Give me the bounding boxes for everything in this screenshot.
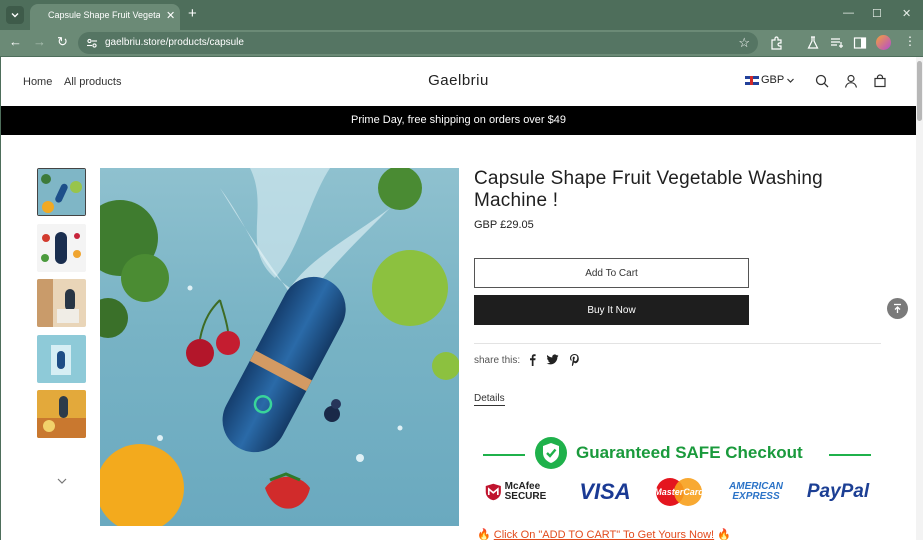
lab-flask-icon[interactable]	[806, 36, 820, 50]
window-close-icon[interactable]: ✕	[902, 7, 911, 20]
badge-line-right	[829, 454, 871, 456]
product-photo	[100, 168, 459, 526]
url-text: gaelbriu.store/products/capsule	[105, 37, 244, 48]
product-thumbnail-image	[37, 224, 86, 272]
forward-icon[interactable]: →	[33, 35, 46, 49]
safe-checkout-badge: Guaranteed SAFE Checkout McAfee SECURE V…	[479, 434, 875, 512]
media-queue-icon[interactable]	[830, 36, 844, 50]
cta-text: Click On "ADD TO CART" To Get Yours Now!	[493, 529, 715, 540]
profile-avatar[interactable]	[876, 35, 891, 50]
amex-logo: AMERICAN EXPRESS	[729, 481, 783, 502]
product-thumbnail-image	[37, 279, 86, 327]
mcafee-shield-icon	[485, 483, 501, 501]
share-label: share this:	[474, 355, 521, 366]
chevron-down-icon	[57, 478, 67, 484]
thumbnails-next-icon[interactable]	[57, 474, 67, 488]
site-header: Home All products Gaelbriu GBP	[1, 57, 916, 106]
browser-window: Capsule Shape Fruit Vegetable Washing Ma…	[0, 0, 923, 540]
scrollbar-thumb[interactable]	[917, 61, 922, 121]
tab-search-button[interactable]	[6, 6, 24, 24]
account-icon[interactable]	[844, 74, 858, 88]
uk-flag-icon	[745, 75, 759, 85]
reload-icon[interactable]: ↻	[57, 35, 68, 49]
product-thumbnail-image	[38, 169, 85, 215]
chevron-down-icon	[787, 78, 795, 83]
announcement-bar: Prime Day, free shipping on orders over …	[1, 106, 916, 135]
mcafee-text: McAfee SECURE	[504, 481, 547, 502]
thumbnail-1[interactable]	[37, 168, 86, 216]
product-main-image[interactable]	[100, 168, 459, 526]
tab-strip: Capsule Shape Fruit Vegetable Washing Ma…	[0, 0, 923, 30]
details-tab[interactable]: Details	[474, 393, 505, 406]
paypal-logo: PayPal	[806, 481, 870, 502]
thumbnail-4[interactable]	[37, 335, 86, 383]
page-scrollbar[interactable]	[916, 57, 923, 540]
pinterest-icon[interactable]	[568, 353, 581, 366]
mcafee-logo: McAfee SECURE	[485, 478, 565, 506]
product-price: GBP £29.05	[474, 219, 534, 231]
add-to-cart-button[interactable]: Add To Cart	[474, 258, 749, 288]
browser-toolbar: ← → ↻ gaelbriu.store/products/capsule ☆ …	[0, 30, 923, 56]
minimize-icon[interactable]: —	[843, 7, 854, 19]
twitter-icon[interactable]	[546, 353, 559, 366]
close-icon[interactable]: ✕	[166, 9, 175, 22]
site-info-icon[interactable]	[86, 37, 98, 49]
currency-selector[interactable]: GBP	[745, 74, 795, 86]
shield-check-icon	[535, 437, 567, 469]
currency-label: GBP	[761, 74, 785, 86]
bookmark-star-icon[interactable]: ☆	[738, 35, 750, 51]
back-icon[interactable]: ←	[9, 35, 22, 49]
extensions-icon[interactable]	[770, 36, 784, 50]
product-thumbnail-image	[37, 390, 86, 438]
product-thumbnail-image	[37, 335, 86, 383]
arrow-up-icon	[894, 303, 901, 313]
side-panel-icon[interactable]	[853, 36, 867, 50]
badge-title: Guaranteed SAFE Checkout	[576, 443, 803, 462]
address-bar[interactable]: gaelbriu.store/products/capsule ☆	[78, 32, 758, 54]
thumbnail-5[interactable]	[37, 390, 86, 438]
mastercard-text: MasterCard	[654, 487, 704, 497]
tab-active[interactable]: Capsule Shape Fruit Vegetable Washing Ma…	[30, 4, 180, 30]
maximize-icon[interactable]: ☐	[872, 7, 882, 20]
visa-logo: VISA	[579, 479, 631, 504]
menu-kebab-icon[interactable]: ⋮	[904, 34, 916, 48]
search-icon[interactable]	[815, 74, 829, 88]
chevron-down-icon	[11, 13, 19, 18]
page-viewport: Home All products Gaelbriu GBP Prime Day…	[1, 57, 916, 540]
add-to-cart-callout: 🔥 Click On "ADD TO CART" To Get Yours No…	[477, 528, 731, 540]
facebook-icon[interactable]	[526, 353, 539, 366]
fire-icon: 🔥	[477, 529, 491, 540]
buy-it-now-button[interactable]: Buy It Now	[474, 295, 749, 325]
badge-line-left	[483, 454, 525, 456]
divider	[474, 343, 881, 344]
thumbnail-2[interactable]	[37, 224, 86, 272]
back-to-top-button[interactable]	[887, 298, 908, 319]
tab-title: Capsule Shape Fruit Vegetable Washing Ma…	[48, 10, 160, 20]
cart-icon[interactable]	[873, 74, 887, 88]
thumbnail-3[interactable]	[37, 279, 86, 327]
new-tab-icon[interactable]: +	[188, 6, 197, 21]
mastercard-logo: MasterCard	[651, 478, 707, 506]
fire-icon: 🔥	[717, 529, 731, 540]
product-title: Capsule Shape Fruit Vegetable Washing Ma…	[474, 168, 823, 211]
